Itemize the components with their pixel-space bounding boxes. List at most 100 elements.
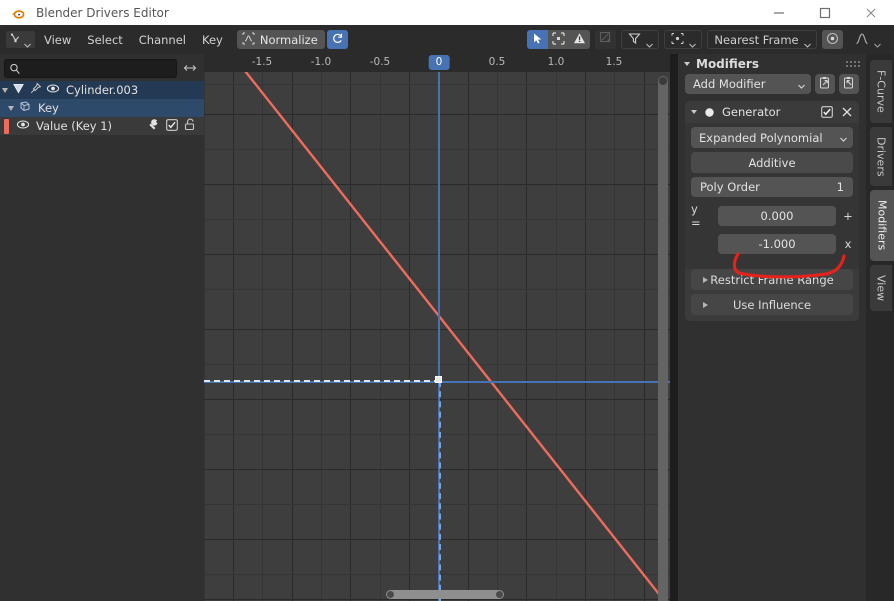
additive-toggle[interactable]: Additive <box>691 152 853 173</box>
ghost-curves-toggle[interactable] <box>595 30 616 49</box>
minimize-button[interactable] <box>756 0 802 25</box>
checkbox-checked-icon[interactable] <box>166 118 178 134</box>
search-input[interactable] <box>24 62 176 75</box>
coefficient-1-field[interactable]: -1.000 <box>718 234 836 254</box>
snap-mode-label: Nearest Frame <box>714 32 799 47</box>
x-axis-ruler[interactable]: -1.5 -1.0 -0.5 0 0.5 1.0 1.5 <box>204 54 670 72</box>
object-data-icon <box>18 100 32 116</box>
poly-order-field[interactable]: Poly Order 1 <box>691 177 853 197</box>
coefficient-row-0: y = 0.000 + <box>691 202 853 230</box>
restrict-frame-range-panel[interactable]: Restrict Frame Range <box>691 269 853 290</box>
expand-triangle-icon[interactable] <box>8 105 14 111</box>
close-button[interactable] <box>848 0 894 25</box>
copy-to-selected-button[interactable] <box>815 74 835 94</box>
graph-canvas[interactable]: 1.5 1.0 0.5 0.0 -0.5 -1.0 -1.5 -1.5 -1.0… <box>204 54 670 601</box>
scrollbar-grip-left[interactable] <box>387 591 394 598</box>
scrollbar-grip-right[interactable] <box>496 591 503 598</box>
close-x-icon[interactable] <box>841 103 853 122</box>
coefficient-0-suffix: + <box>843 209 853 223</box>
tab-modifiers[interactable]: Modifiers <box>870 190 894 261</box>
coefficient-row-1: -1.000 x <box>691 234 853 254</box>
show-errors-toggle[interactable] <box>569 30 590 49</box>
paste-icon <box>842 75 856 94</box>
smooth-falloff-icon <box>855 30 869 49</box>
keyframe-dashed-horizontal <box>204 380 440 382</box>
drag-grip-icon[interactable] <box>846 61 860 67</box>
menu-channel[interactable]: Channel <box>131 31 194 49</box>
current-frame-indicator[interactable]: 0 <box>428 55 450 70</box>
x-tick-neg1-5: -1.5 <box>251 56 273 68</box>
channel-object-label: Cylinder.003 <box>66 83 139 97</box>
add-modifier-dropdown[interactable]: Add Modifier <box>685 74 811 94</box>
filter-dropdown[interactable] <box>621 30 659 49</box>
editor-header-toolbar: View Select Channel Key Normalize Neares… <box>0 25 894 54</box>
filter-toggle-segment <box>527 30 590 49</box>
falloff-dropdown[interactable] <box>848 30 887 49</box>
chevron-down-icon <box>839 133 848 142</box>
channel-row-group[interactable]: Key <box>0 99 204 117</box>
y-tick-1-5: 1.5 <box>204 151 207 168</box>
x-tick-0-5: 0.5 <box>488 56 506 68</box>
use-influence-panel[interactable]: Use Influence <box>691 294 853 315</box>
y-tick-0-5: 0.5 <box>204 295 207 312</box>
horizontal-scrollbar[interactable] <box>386 590 504 599</box>
tab-drivers[interactable]: Drivers <box>870 126 892 187</box>
polynomial-mode-dropdown[interactable]: Expanded Polynomial <box>691 127 853 148</box>
normalize-toggle[interactable]: Normalize <box>236 30 325 49</box>
tab-view[interactable]: View <box>870 264 892 311</box>
menu-select[interactable]: Select <box>79 31 130 49</box>
restrict-frame-range-label: Restrict Frame Range <box>710 272 834 287</box>
maximize-button[interactable] <box>802 0 848 25</box>
add-modifier-row: Add Modifier <box>678 74 866 94</box>
triangle-down-icon[interactable] <box>691 110 697 114</box>
unlock-icon[interactable] <box>184 118 196 134</box>
channel-row-object[interactable]: Cylinder.003 <box>0 81 204 99</box>
coefficient-0-field[interactable]: 0.000 <box>718 206 836 226</box>
tab-f-curve[interactable]: F-Curve <box>870 60 892 123</box>
search-field-wrapper[interactable] <box>4 59 177 78</box>
normalize-group: Normalize <box>236 30 348 49</box>
editor-type-selector[interactable] <box>5 30 36 49</box>
scrollbar-grip-top[interactable] <box>659 77 667 85</box>
equation-label: y = <box>691 202 701 230</box>
normalize-label: Normalize <box>259 32 318 47</box>
y-tick-neg1-5: -1.5 <box>204 582 207 601</box>
window-titlebar: Blender Drivers Editor <box>0 0 894 25</box>
warning-triangle-icon <box>573 30 586 49</box>
eye-icon[interactable] <box>46 82 60 98</box>
only-selected-toggle[interactable] <box>527 30 548 49</box>
channel-resize-button[interactable] <box>180 59 200 78</box>
y-tick-1-0: 1.0 <box>204 223 207 240</box>
channel-row-fcurve[interactable]: Value (Key 1) <box>0 117 204 135</box>
eye-icon[interactable] <box>16 118 30 134</box>
proportional-edit-dropdown[interactable] <box>664 30 702 49</box>
checkbox-checked-icon[interactable] <box>821 103 833 122</box>
auto-refresh-toggle[interactable] <box>326 30 348 49</box>
channel-list-panel: Cylinder.003 Key Value (Key 1) <box>0 54 204 601</box>
y-tick-neg1-0: -1.0 <box>204 510 207 532</box>
wrench-icon[interactable] <box>147 118 160 134</box>
menu-key[interactable]: Key <box>194 31 231 49</box>
modifiers-panel-header[interactable]: Modifiers <box>678 54 866 74</box>
y-tick-neg0-5: -0.5 <box>204 438 207 460</box>
channel-fcurve-label: Value (Key 1) <box>36 119 113 133</box>
add-modifier-label: Add Modifier <box>693 77 766 91</box>
expand-triangle-icon[interactable] <box>2 87 8 93</box>
pin-icon[interactable] <box>29 82 42 98</box>
poly-order-label: Poly Order <box>700 180 760 194</box>
menu-view[interactable]: View <box>36 31 79 49</box>
pivot-point-button[interactable] <box>822 30 843 49</box>
ghost-curves-icon <box>599 30 613 49</box>
keyframe-point[interactable] <box>435 376 442 383</box>
triangle-down-icon[interactable] <box>684 62 690 66</box>
snap-mode-dropdown[interactable]: Nearest Frame <box>707 30 817 49</box>
chevron-down-icon <box>645 35 654 48</box>
filter-triangle-icon <box>12 82 25 98</box>
proportional-edit-icon <box>671 30 684 49</box>
vertical-scrollbar[interactable] <box>658 76 668 601</box>
modifier-header-controls <box>821 103 853 122</box>
auto-refresh-icon <box>331 30 344 49</box>
show-hidden-toggle[interactable] <box>548 30 569 49</box>
paste-button[interactable] <box>839 74 859 94</box>
generator-modifier-header[interactable]: Generator <box>685 101 859 123</box>
